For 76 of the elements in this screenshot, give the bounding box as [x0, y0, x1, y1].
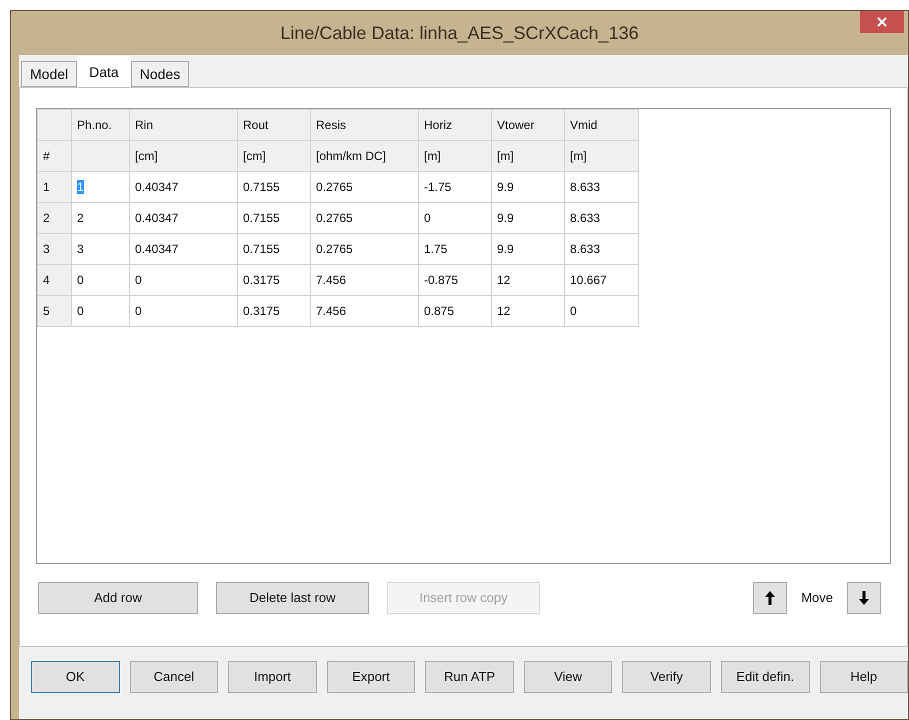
table-cell: 0.3175	[238, 264, 310, 296]
row-number: 1	[38, 172, 72, 202]
table-cell: 8.633	[564, 234, 638, 264]
dialog-button[interactable]: OK	[31, 661, 120, 693]
table-cell: 1.75	[418, 234, 492, 264]
table-cell: 0.7155	[238, 202, 310, 234]
dialog-button[interactable]: Run ATP	[425, 661, 514, 693]
table-cell: 0.3175	[238, 296, 310, 326]
table-cell: 0.2765	[310, 172, 418, 202]
table-cell: -0.875	[418, 264, 492, 296]
table-cell: 12	[492, 264, 564, 296]
dialog-button[interactable]: Export	[326, 661, 416, 693]
tab[interactable]: Nodes	[130, 61, 190, 87]
table-cell: 0	[130, 264, 238, 296]
table-cell: 0.875	[418, 296, 492, 326]
table-cell: 8.633	[564, 172, 638, 202]
row-number: 4	[38, 264, 72, 296]
table-cell: 10.667	[564, 264, 638, 296]
window-title: Line/Cable Data: linha_AES_SCrXCach_136	[280, 22, 639, 44]
column-header: Vmid	[564, 110, 638, 140]
table-cell: 0.2765	[310, 202, 418, 234]
dialog-button[interactable]: Help	[820, 661, 908, 693]
table-cell: 7.456	[310, 264, 418, 296]
table-cell: 0.40347	[130, 172, 238, 202]
unit-header: #	[38, 140, 72, 172]
unit-header: [ohm/km DC]	[310, 140, 418, 172]
tab[interactable]: Model	[21, 61, 78, 87]
unit-header: [cm]	[238, 140, 310, 172]
dialog-button[interactable]: Edit defin.	[720, 661, 810, 693]
unit-header: [m]	[418, 140, 492, 172]
table-cell: 0	[130, 296, 238, 326]
move-down-button[interactable]	[847, 582, 881, 614]
table-cell: 0.7155	[238, 234, 310, 264]
table-cell: 12	[492, 296, 564, 326]
dialog-button[interactable]: Verify	[622, 661, 711, 693]
column-header: Resis	[310, 110, 418, 140]
dialog-button[interactable]: View	[524, 661, 612, 693]
table-cell: 2	[72, 202, 130, 234]
table-cell: 0	[72, 264, 130, 296]
unit-header: [m]	[564, 140, 638, 172]
dialog-button[interactable]: Cancel	[130, 661, 218, 693]
row-number: 3	[38, 234, 72, 264]
table-cell: 0	[418, 202, 492, 234]
table-cell: 0	[564, 296, 638, 326]
table-cell: 1	[72, 172, 130, 202]
column-header: Vtower	[492, 110, 564, 140]
row-number: 2	[38, 202, 72, 234]
table-cell: 9.9	[492, 234, 564, 264]
table-cell: 0.7155	[238, 172, 310, 202]
table-cell: 0.2765	[310, 234, 418, 264]
arrow-up-icon	[765, 591, 776, 605]
table-cell: -1.75	[418, 172, 492, 202]
table-cell: 3	[72, 234, 130, 264]
table-cell: 9.9	[492, 172, 564, 202]
column-header: Ph.no.	[72, 110, 130, 140]
row-number: 5	[38, 296, 72, 326]
table-cell: 9.9	[492, 202, 564, 234]
unit-header: [cm]	[130, 140, 238, 172]
column-header: Rin	[130, 110, 238, 140]
table-cell: 0.40347	[130, 234, 238, 264]
dialog-button[interactable]: Import	[228, 661, 317, 693]
close-icon	[877, 17, 887, 27]
move-label: Move	[801, 589, 833, 608]
row-button[interactable]: Add row	[38, 582, 198, 614]
close-button[interactable]	[860, 11, 904, 33]
table-cell: 0.40347	[130, 202, 238, 234]
table-cell: 7.456	[310, 296, 418, 326]
row-button[interactable]: Delete last row	[216, 582, 369, 614]
column-header: Horiz	[418, 110, 492, 140]
table-cell: 0	[72, 296, 130, 326]
arrow-down-icon	[859, 591, 869, 605]
column-header: Rout	[238, 110, 310, 140]
move-up-button[interactable]	[753, 582, 788, 614]
unit-header: [m]	[492, 140, 564, 172]
table-cell: 8.633	[564, 202, 638, 234]
tab[interactable]: Data	[77, 56, 131, 88]
